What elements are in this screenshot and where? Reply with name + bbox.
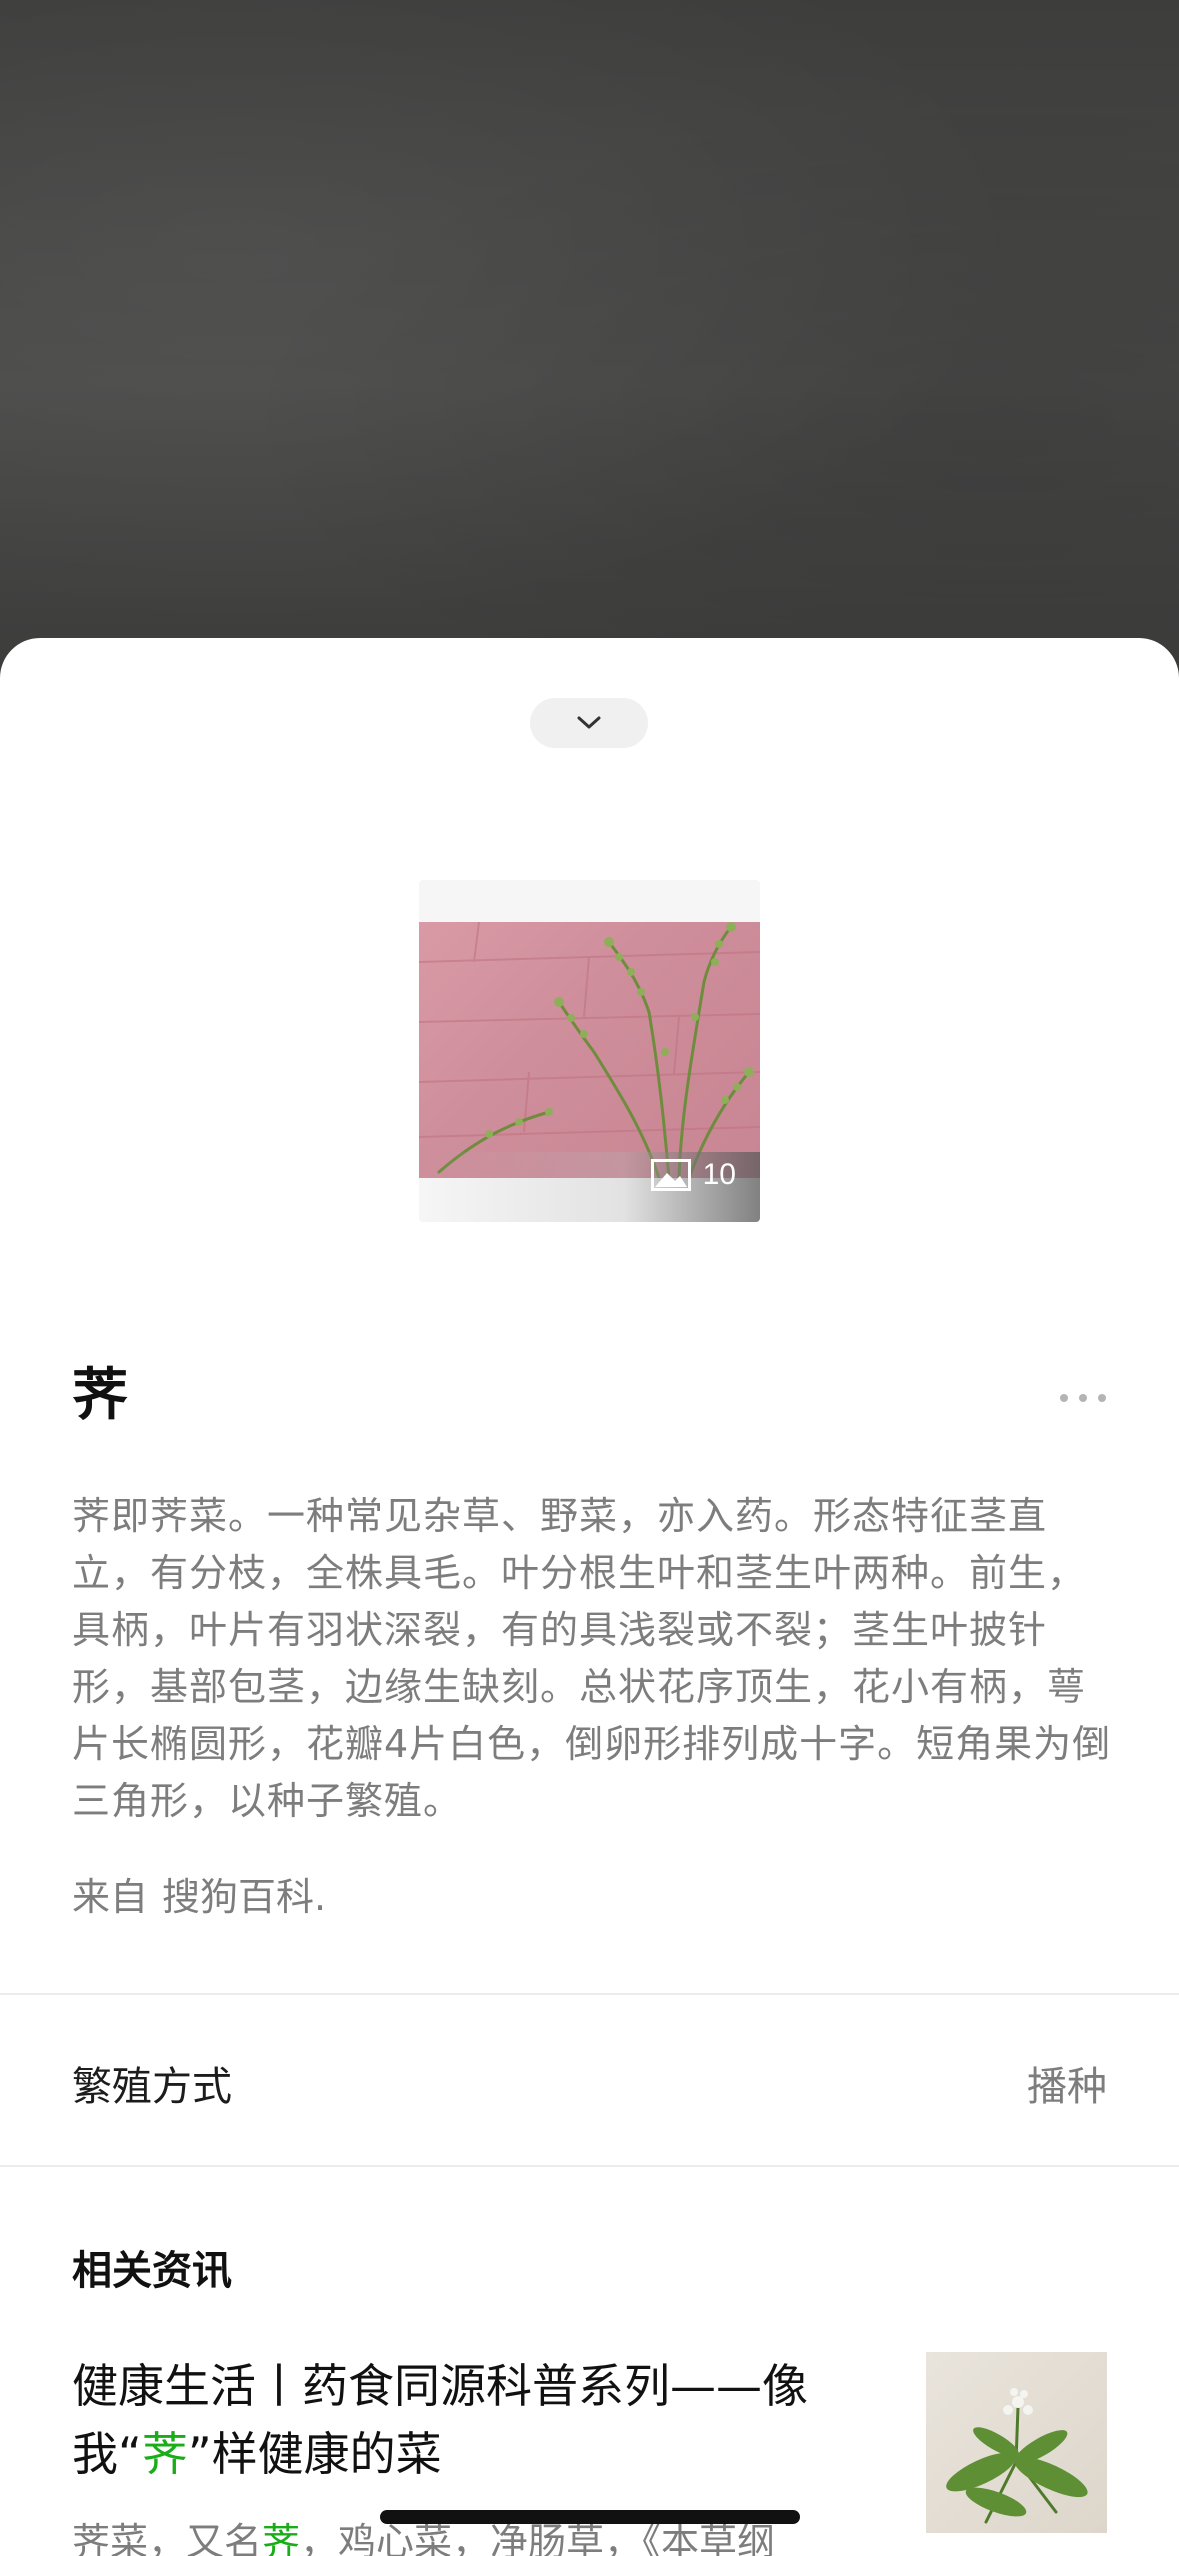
image-icon xyxy=(650,1159,691,1191)
news-title: 健康生活丨药食同源科普系列——像我“荠”样健康的菜 xyxy=(72,2359,808,2481)
camera-background xyxy=(0,0,1179,700)
more-dots-icon xyxy=(1060,1394,1068,1402)
news-thumbnail xyxy=(926,2352,1107,2533)
result-sheet: 10 荠 荠即荠菜。一种常见杂草、野菜，亦入药。形态特征茎直立，有分枝，全株具毛… xyxy=(0,638,1179,2556)
related-news-heading: 相关资讯 xyxy=(72,2248,232,2294)
more-options-button[interactable] xyxy=(1060,1390,1106,1406)
news-item[interactable]: 健康生活丨药食同源科普系列——像我“荠”样健康的菜 荠菜，又名荠，鸡心菜，净肠草… xyxy=(72,2352,1107,2556)
photo-count-text: 10 xyxy=(702,1158,736,1191)
chevron-down-icon xyxy=(577,716,601,729)
home-indicator[interactable] xyxy=(380,2510,800,2524)
plant-description: 荠即荠菜。一种常见杂草、野菜，亦入药。形态特征茎直立，有分枝，全株具毛。叶分根生… xyxy=(72,1494,1112,1823)
photo-count-badge: 10 xyxy=(650,1158,736,1192)
propagation-label: 繁殖方式 xyxy=(72,2064,232,2110)
divider xyxy=(0,1993,1179,1995)
photo-gallery[interactable]: 10 xyxy=(419,880,760,1222)
source-name: 搜狗百科. xyxy=(162,1875,327,1919)
divider xyxy=(0,2165,1179,2167)
collapse-button[interactable] xyxy=(530,698,648,748)
keyword-highlight: 荠 xyxy=(262,2520,301,2556)
source-prefix: 来自 xyxy=(72,1875,149,1919)
plant-photo xyxy=(419,922,760,1178)
plant-name-title: 荠 xyxy=(72,1363,128,1428)
keyword-highlight: 荠 xyxy=(141,2427,188,2481)
propagation-value: 播种 xyxy=(1027,2064,1107,2110)
source-attribution[interactable]: 来自 搜狗百科. xyxy=(72,1866,326,1921)
